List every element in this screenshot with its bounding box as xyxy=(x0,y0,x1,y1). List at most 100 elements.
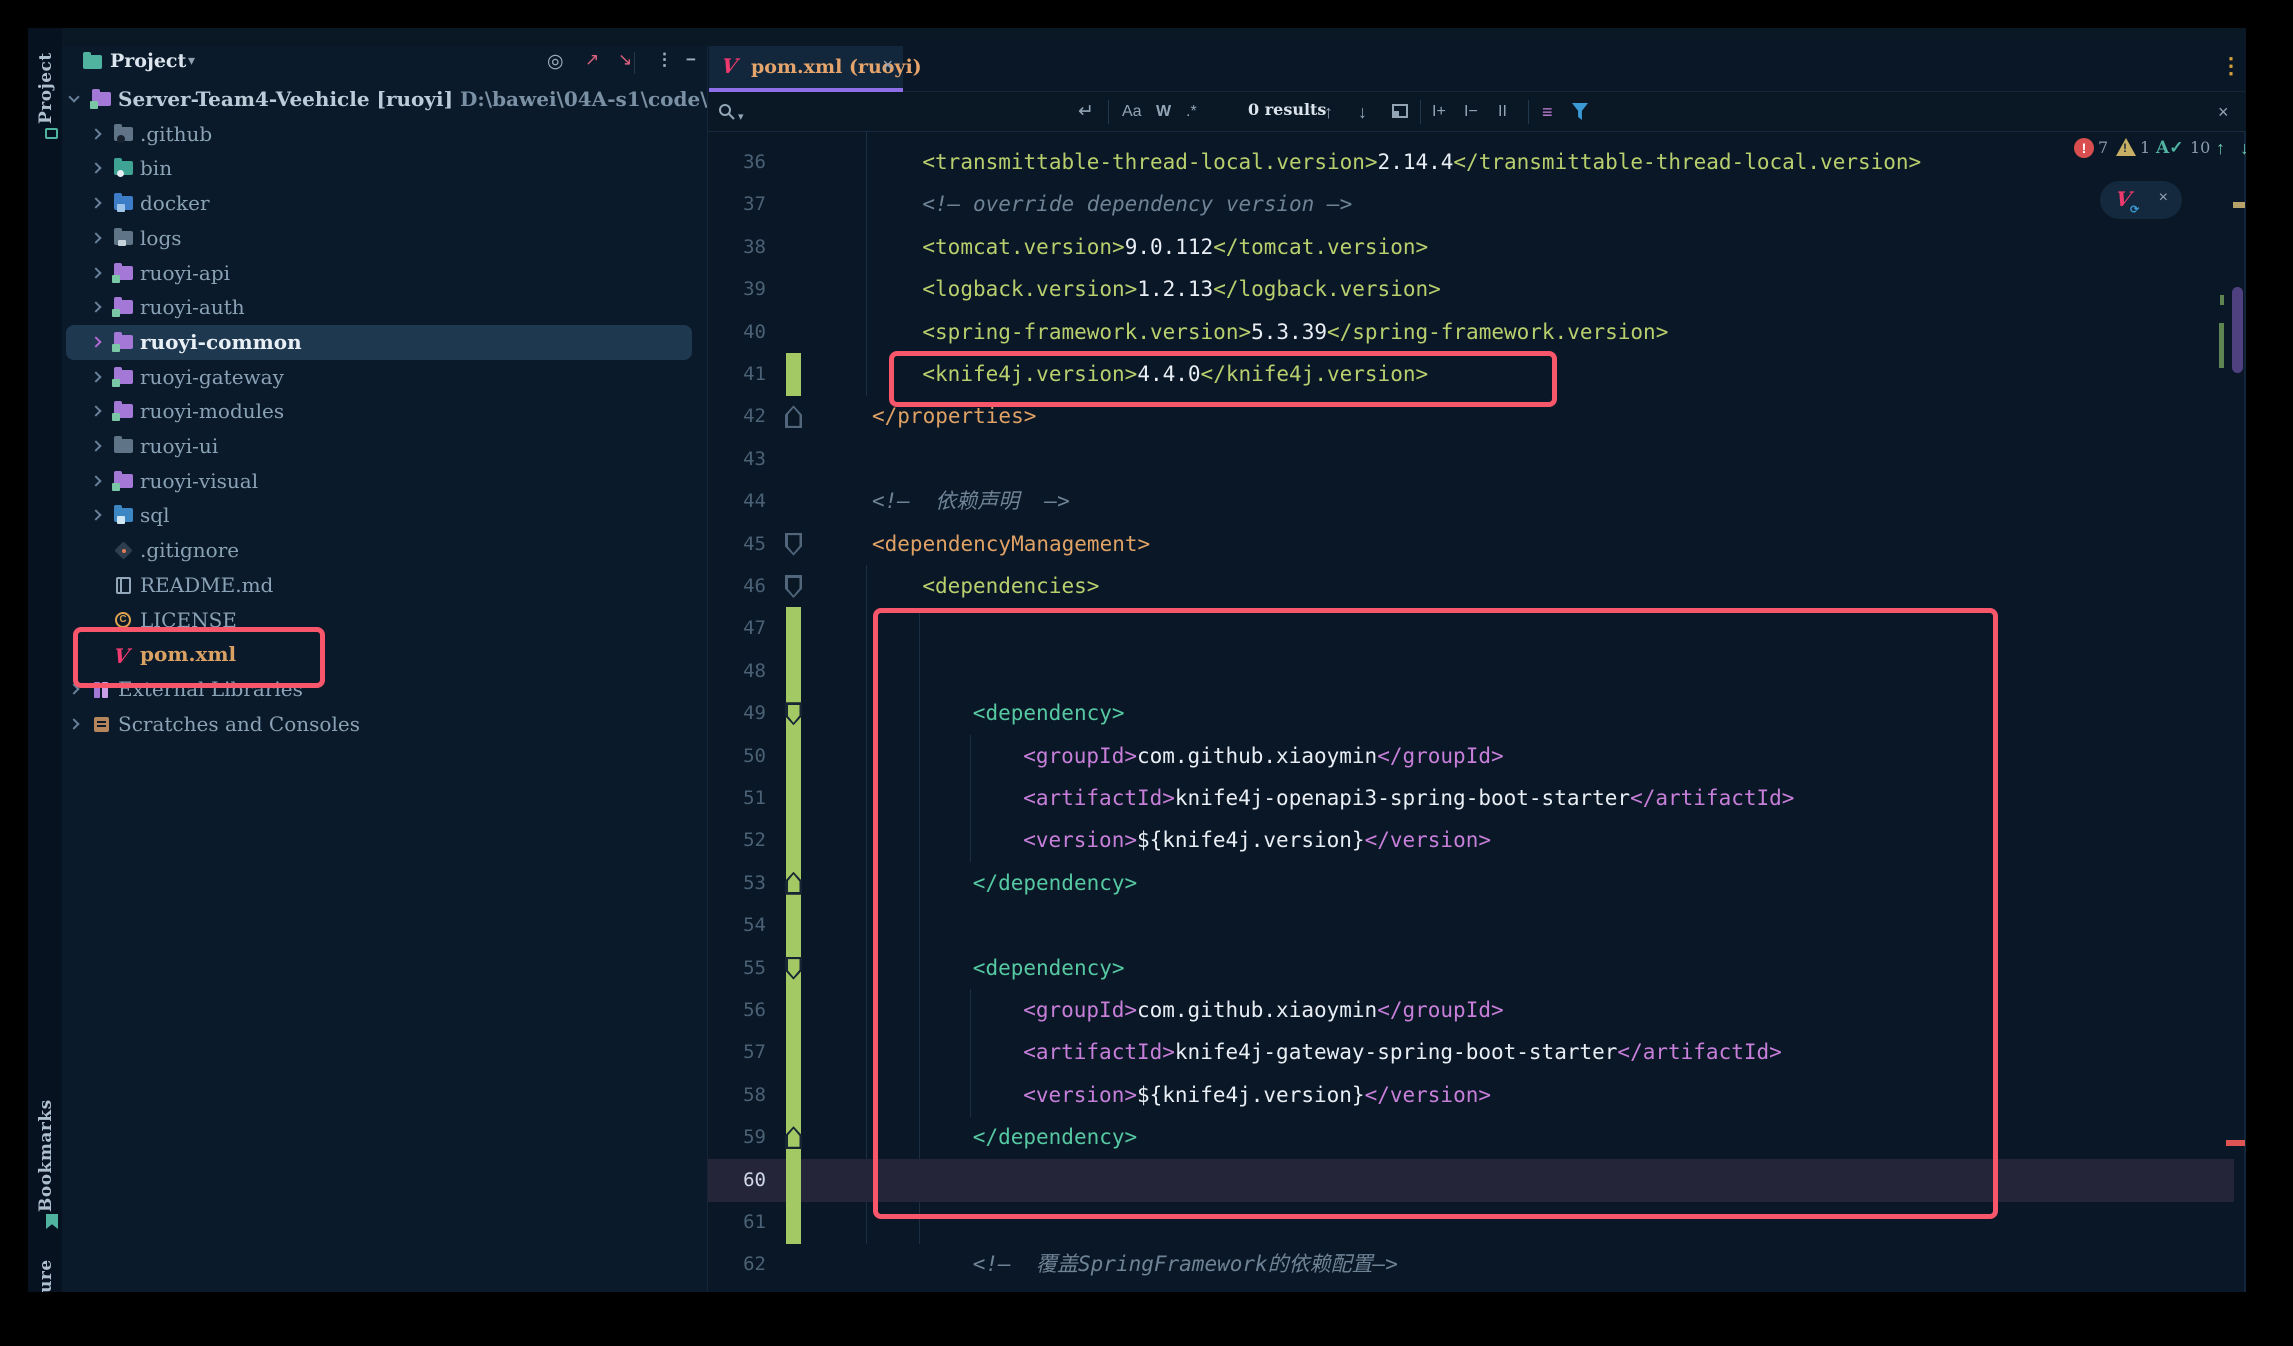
remove-selection-icon[interactable]: I− xyxy=(1464,100,1478,124)
previous-problem-icon[interactable]: ↑ xyxy=(2216,138,2225,159)
code-line-40[interactable]: 40<spring-framework.version>5.3.39</spri… xyxy=(708,311,2234,354)
chevron-right-icon[interactable] xyxy=(90,509,101,520)
tree-item-external-libraries[interactable]: External Libraries xyxy=(62,672,708,707)
project-stripe-icon[interactable] xyxy=(45,128,58,139)
chevron-right-icon[interactable] xyxy=(68,683,79,694)
tree-item-ruoyi-gateway[interactable]: ruoyi-gateway xyxy=(62,360,708,395)
fold-marker-icon[interactable] xyxy=(785,405,802,428)
tree-item-ruoyi-api[interactable]: ruoyi-api xyxy=(62,256,708,291)
tree-item-logs[interactable]: logs xyxy=(62,221,708,256)
next-problem-icon[interactable]: ↓ xyxy=(2240,138,2246,159)
code-line-51[interactable]: 51<artifactId>knife4j-openapi3-spring-bo… xyxy=(708,777,2234,820)
next-occurrence-icon[interactable]: ↓ xyxy=(1358,100,1367,124)
add-selection-icon[interactable]: I+ xyxy=(1432,100,1446,124)
select-all-occurrences-icon[interactable]: II xyxy=(1498,100,1507,124)
chevron-right-icon[interactable] xyxy=(90,475,101,486)
open-in-find-window-icon[interactable] xyxy=(1392,104,1408,118)
tree-item-sql[interactable]: sql xyxy=(62,498,708,533)
chevron-right-icon[interactable] xyxy=(90,232,101,243)
tree-item-scratches-and-consoles[interactable]: Scratches and Consoles xyxy=(62,707,708,742)
code-line-60[interactable]: 60 xyxy=(708,1159,2234,1202)
tree-item--gitignore[interactable]: .gitignore xyxy=(62,533,708,568)
code-editor[interactable]: 36<transmittable-thread-local.version>2.… xyxy=(708,132,2246,1292)
code-line-52[interactable]: 52<version>${knife4j.version}</version> xyxy=(708,819,2234,862)
maven-reload-widget[interactable]: V ⟳ × xyxy=(2100,181,2182,219)
tool-stripe-bookmarks[interactable]: Bookmarks xyxy=(36,1126,56,1212)
tool-stripe-project[interactable]: Project xyxy=(36,40,56,124)
bookmark-icon[interactable] xyxy=(46,1214,58,1229)
whole-words-toggle[interactable]: W xyxy=(1156,100,1171,124)
code-line-43[interactable]: 43 xyxy=(708,438,2234,481)
code-text: <spring-framework.version>5.3.39</spring… xyxy=(922,311,1668,354)
tree-item-ruoyi-common[interactable]: ruoyi-common xyxy=(62,325,708,360)
scrollbar-thumb[interactable] xyxy=(2232,287,2243,373)
tree-item-server-team4-veehicle-ruoyi-[interactable]: Server-Team4-Veehicle [ruoyi] D:\bawei\0… xyxy=(62,82,708,117)
code-text: <version>${knife4j.version}</version> xyxy=(1023,819,1491,862)
chevron-right-icon[interactable] xyxy=(68,718,79,729)
tree-item--github[interactable]: .github xyxy=(62,117,708,152)
code-line-55[interactable]: 55<dependency> xyxy=(708,947,2234,990)
code-line-45[interactable]: 45<dependencyManagement> xyxy=(708,523,2234,566)
chevron-right-icon[interactable] xyxy=(90,405,101,416)
tool-stripe-structure[interactable]: ucture xyxy=(36,1255,56,1292)
code-line-44[interactable]: 44<!— 依赖声明 —> xyxy=(708,480,2234,523)
newline-icon[interactable]: ↵ xyxy=(1078,100,1094,124)
tree-item-ruoyi-ui[interactable]: ruoyi-ui xyxy=(62,429,708,464)
filter-icon[interactable] xyxy=(1572,103,1588,120)
search-bar[interactable]: ▾ ↵ Aa W .* 0 results ↑ ↓ I+ I− II ≡ × xyxy=(708,92,2246,132)
close-search-icon[interactable]: × xyxy=(2218,100,2229,124)
tree-item-pom-xml[interactable]: Vpom.xml xyxy=(62,637,708,672)
tree-item-readme-md[interactable]: README.md xyxy=(62,568,708,603)
code-line-37[interactable]: 37<!— override dependency version —> xyxy=(708,183,2234,226)
code-line-63[interactable]: 63<dependency> xyxy=(708,1286,2234,1292)
tab-pom-xml[interactable]: V pom.xml (ruoyi) × xyxy=(709,46,903,92)
code-line-50[interactable]: 50<groupId>com.github.xiaoymin</groupId> xyxy=(708,735,2234,778)
fold-marker-icon[interactable] xyxy=(785,533,802,556)
code-line-49[interactable]: 49<dependency> xyxy=(708,692,2234,735)
code-line-47[interactable]: 47 xyxy=(708,607,2234,650)
code-line-57[interactable]: 57<artifactId>knife4j-gateway-spring-boo… xyxy=(708,1031,2234,1074)
chevron-down-icon[interactable] xyxy=(68,91,79,102)
code-line-59[interactable]: 59</dependency> xyxy=(708,1116,2234,1159)
code-line-36[interactable]: 36<transmittable-thread-local.version>2.… xyxy=(708,141,2234,184)
chevron-right-icon[interactable] xyxy=(90,301,101,312)
tree-item-ruoyi-modules[interactable]: ruoyi-modules xyxy=(62,394,708,429)
tree-item-ruoyi-auth[interactable]: ruoyi-auth xyxy=(62,290,708,325)
code-line-62[interactable]: 62<!— 覆盖SpringFramework的依赖配置—> xyxy=(708,1243,2234,1286)
close-widget-icon[interactable]: × xyxy=(2159,189,2168,207)
code-line-42[interactable]: 42</properties> xyxy=(708,395,2234,438)
fold-marker-icon[interactable] xyxy=(785,575,802,598)
code-line-39[interactable]: 39<logback.version>1.2.13</logback.versi… xyxy=(708,268,2234,311)
tree-item-license[interactable]: CLICENSE xyxy=(62,603,708,638)
close-tab-icon[interactable]: × xyxy=(882,55,893,76)
chevron-right-icon[interactable] xyxy=(90,440,101,451)
previous-occurrence-icon[interactable]: ↑ xyxy=(1324,100,1333,124)
code-line-46[interactable]: 46<dependencies> xyxy=(708,565,2234,608)
scrollbar-track[interactable] xyxy=(2244,132,2246,1292)
chevron-right-icon[interactable] xyxy=(90,336,101,347)
code-line-41[interactable]: 41<knife4j.version>4.4.0</knife4j.versio… xyxy=(708,353,2234,396)
code-line-56[interactable]: 56<groupId>com.github.xiaoymin</groupId> xyxy=(708,989,2234,1032)
editor-area: V pom.xml (ruoyi) × ⋮ ▾ ↵ Aa W .* 0 resu… xyxy=(708,46,2246,1292)
chevron-right-icon[interactable] xyxy=(90,197,101,208)
search-options-caret-icon[interactable]: ▾ xyxy=(738,105,744,129)
match-case-toggle[interactable]: Aa xyxy=(1122,100,1142,124)
warning-stripe-mark[interactable] xyxy=(2233,202,2245,208)
filter-search-lines-icon[interactable]: ≡ xyxy=(1542,100,1553,124)
error-stripe-mark[interactable] xyxy=(2226,1140,2245,1146)
chevron-right-icon[interactable] xyxy=(90,162,101,173)
code-line-61[interactable]: 61 xyxy=(708,1201,2234,1244)
code-line-53[interactable]: 53</dependency> xyxy=(708,862,2234,905)
regex-toggle[interactable]: .* xyxy=(1186,100,1197,124)
window-options-icon[interactable]: ⋮ xyxy=(2220,53,2242,79)
code-line-48[interactable]: 48 xyxy=(708,650,2234,693)
chevron-right-icon[interactable] xyxy=(90,128,101,139)
code-line-54[interactable]: 54 xyxy=(708,904,2234,947)
chevron-right-icon[interactable] xyxy=(90,267,101,278)
code-line-38[interactable]: 38<tomcat.version>9.0.112</tomcat.versio… xyxy=(708,226,2234,269)
code-line-58[interactable]: 58<version>${knife4j.version}</version> xyxy=(708,1074,2234,1117)
chevron-right-icon[interactable] xyxy=(90,371,101,382)
tree-item-bin[interactable]: bin xyxy=(62,151,708,186)
tree-item-ruoyi-visual[interactable]: ruoyi-visual xyxy=(62,464,708,499)
tree-item-docker[interactable]: docker xyxy=(62,186,708,221)
